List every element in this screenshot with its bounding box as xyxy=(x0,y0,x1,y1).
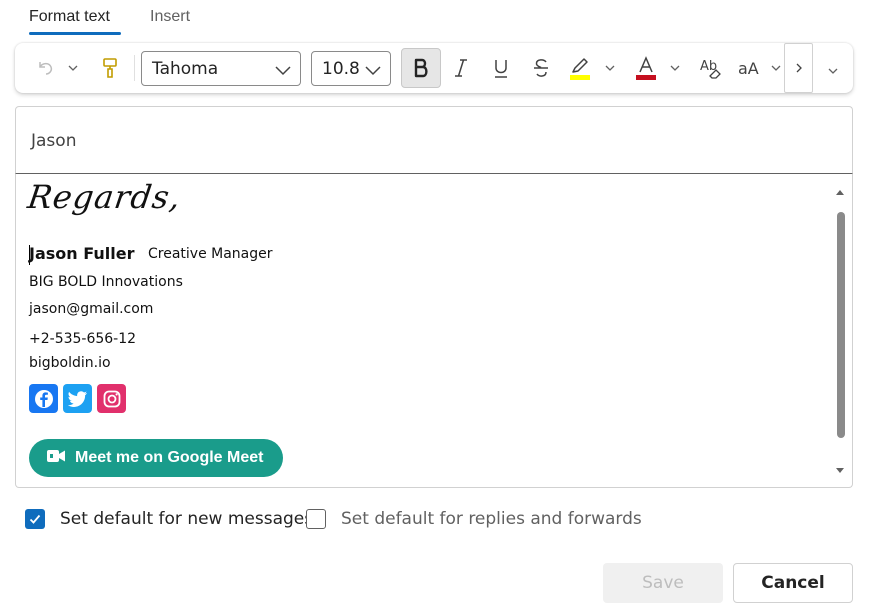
signature-phone: +2-535-656-12 xyxy=(29,331,137,347)
toolbar-divider xyxy=(134,55,135,81)
default-replies-option[interactable]: Set default for replies and forwards xyxy=(306,509,642,529)
chevron-right-icon xyxy=(792,61,806,75)
svg-text:aA: aA xyxy=(738,59,759,78)
font-size-dropdown[interactable]: 10.8 xyxy=(311,51,391,86)
instagram-icon[interactable] xyxy=(97,384,126,413)
facebook-icon[interactable] xyxy=(29,384,58,413)
signature-title: Creative Manager xyxy=(148,246,273,262)
expand-toolbar-chevron-icon[interactable] xyxy=(825,63,841,79)
strikethrough-icon[interactable] xyxy=(529,56,553,80)
twitter-icon[interactable] xyxy=(63,384,92,413)
chevron-down-icon[interactable] xyxy=(667,60,683,76)
google-meet-label: Meet me on Google Meet xyxy=(75,449,264,466)
font-color-icon[interactable] xyxy=(633,54,659,82)
change-case-icon[interactable]: aA xyxy=(737,55,763,81)
signature-name: Jason Fuller xyxy=(29,244,135,263)
chevron-down-icon[interactable] xyxy=(768,60,784,76)
highlight-icon[interactable] xyxy=(567,54,593,82)
signature-company: BIG BOLD Innovations xyxy=(29,274,183,290)
formatting-toolbar: Tahoma 10.8 Ab aA xyxy=(15,43,853,93)
chevron-down-icon[interactable] xyxy=(65,60,81,76)
clear-formatting-icon[interactable]: Ab xyxy=(698,55,724,81)
chevron-down-icon xyxy=(365,66,381,76)
scroll-up-icon[interactable] xyxy=(836,182,844,200)
signature-email: jason@gmail.com xyxy=(29,301,154,317)
scroll-down-icon[interactable] xyxy=(836,461,844,479)
cancel-button[interactable]: Cancel xyxy=(733,563,853,603)
font-family-dropdown[interactable]: Tahoma xyxy=(141,51,301,86)
default-new-messages-label: Set default for new messages xyxy=(60,509,314,529)
active-tab-indicator xyxy=(29,32,121,35)
default-replies-checkbox[interactable] xyxy=(306,509,326,529)
format-painter-icon[interactable] xyxy=(99,55,121,81)
default-new-messages-checkbox[interactable] xyxy=(25,509,45,529)
font-family-value: Tahoma xyxy=(152,58,219,79)
signature-name-input[interactable]: Jason xyxy=(15,106,853,174)
undo-icon[interactable] xyxy=(33,56,57,80)
italic-icon[interactable] xyxy=(449,56,473,80)
signature-website: bigboldin.io xyxy=(29,355,111,371)
checkmark-icon xyxy=(29,514,41,524)
chevron-down-icon xyxy=(275,66,291,76)
tab-insert[interactable]: Insert xyxy=(150,8,190,26)
bold-icon[interactable] xyxy=(409,56,433,80)
social-links xyxy=(29,384,126,413)
chevron-down-icon[interactable] xyxy=(602,60,618,76)
tab-format-text[interactable]: Format text xyxy=(29,8,110,26)
font-size-value: 10.8 xyxy=(322,58,360,79)
save-button[interactable]: Save xyxy=(603,563,723,603)
scrollbar-thumb[interactable] xyxy=(837,212,845,438)
default-new-messages-option[interactable]: Set default for new messages xyxy=(25,509,313,529)
video-camera-icon xyxy=(46,448,66,469)
more-options-button[interactable] xyxy=(784,43,813,93)
underline-icon[interactable] xyxy=(489,56,513,80)
signature-closing: Regards, xyxy=(25,178,184,216)
google-meet-button[interactable]: Meet me on Google Meet xyxy=(29,439,283,477)
signature-editor[interactable]: Regards, Jason Fuller Creative Manager B… xyxy=(15,174,853,488)
default-replies-label: Set default for replies and forwards xyxy=(341,509,642,529)
